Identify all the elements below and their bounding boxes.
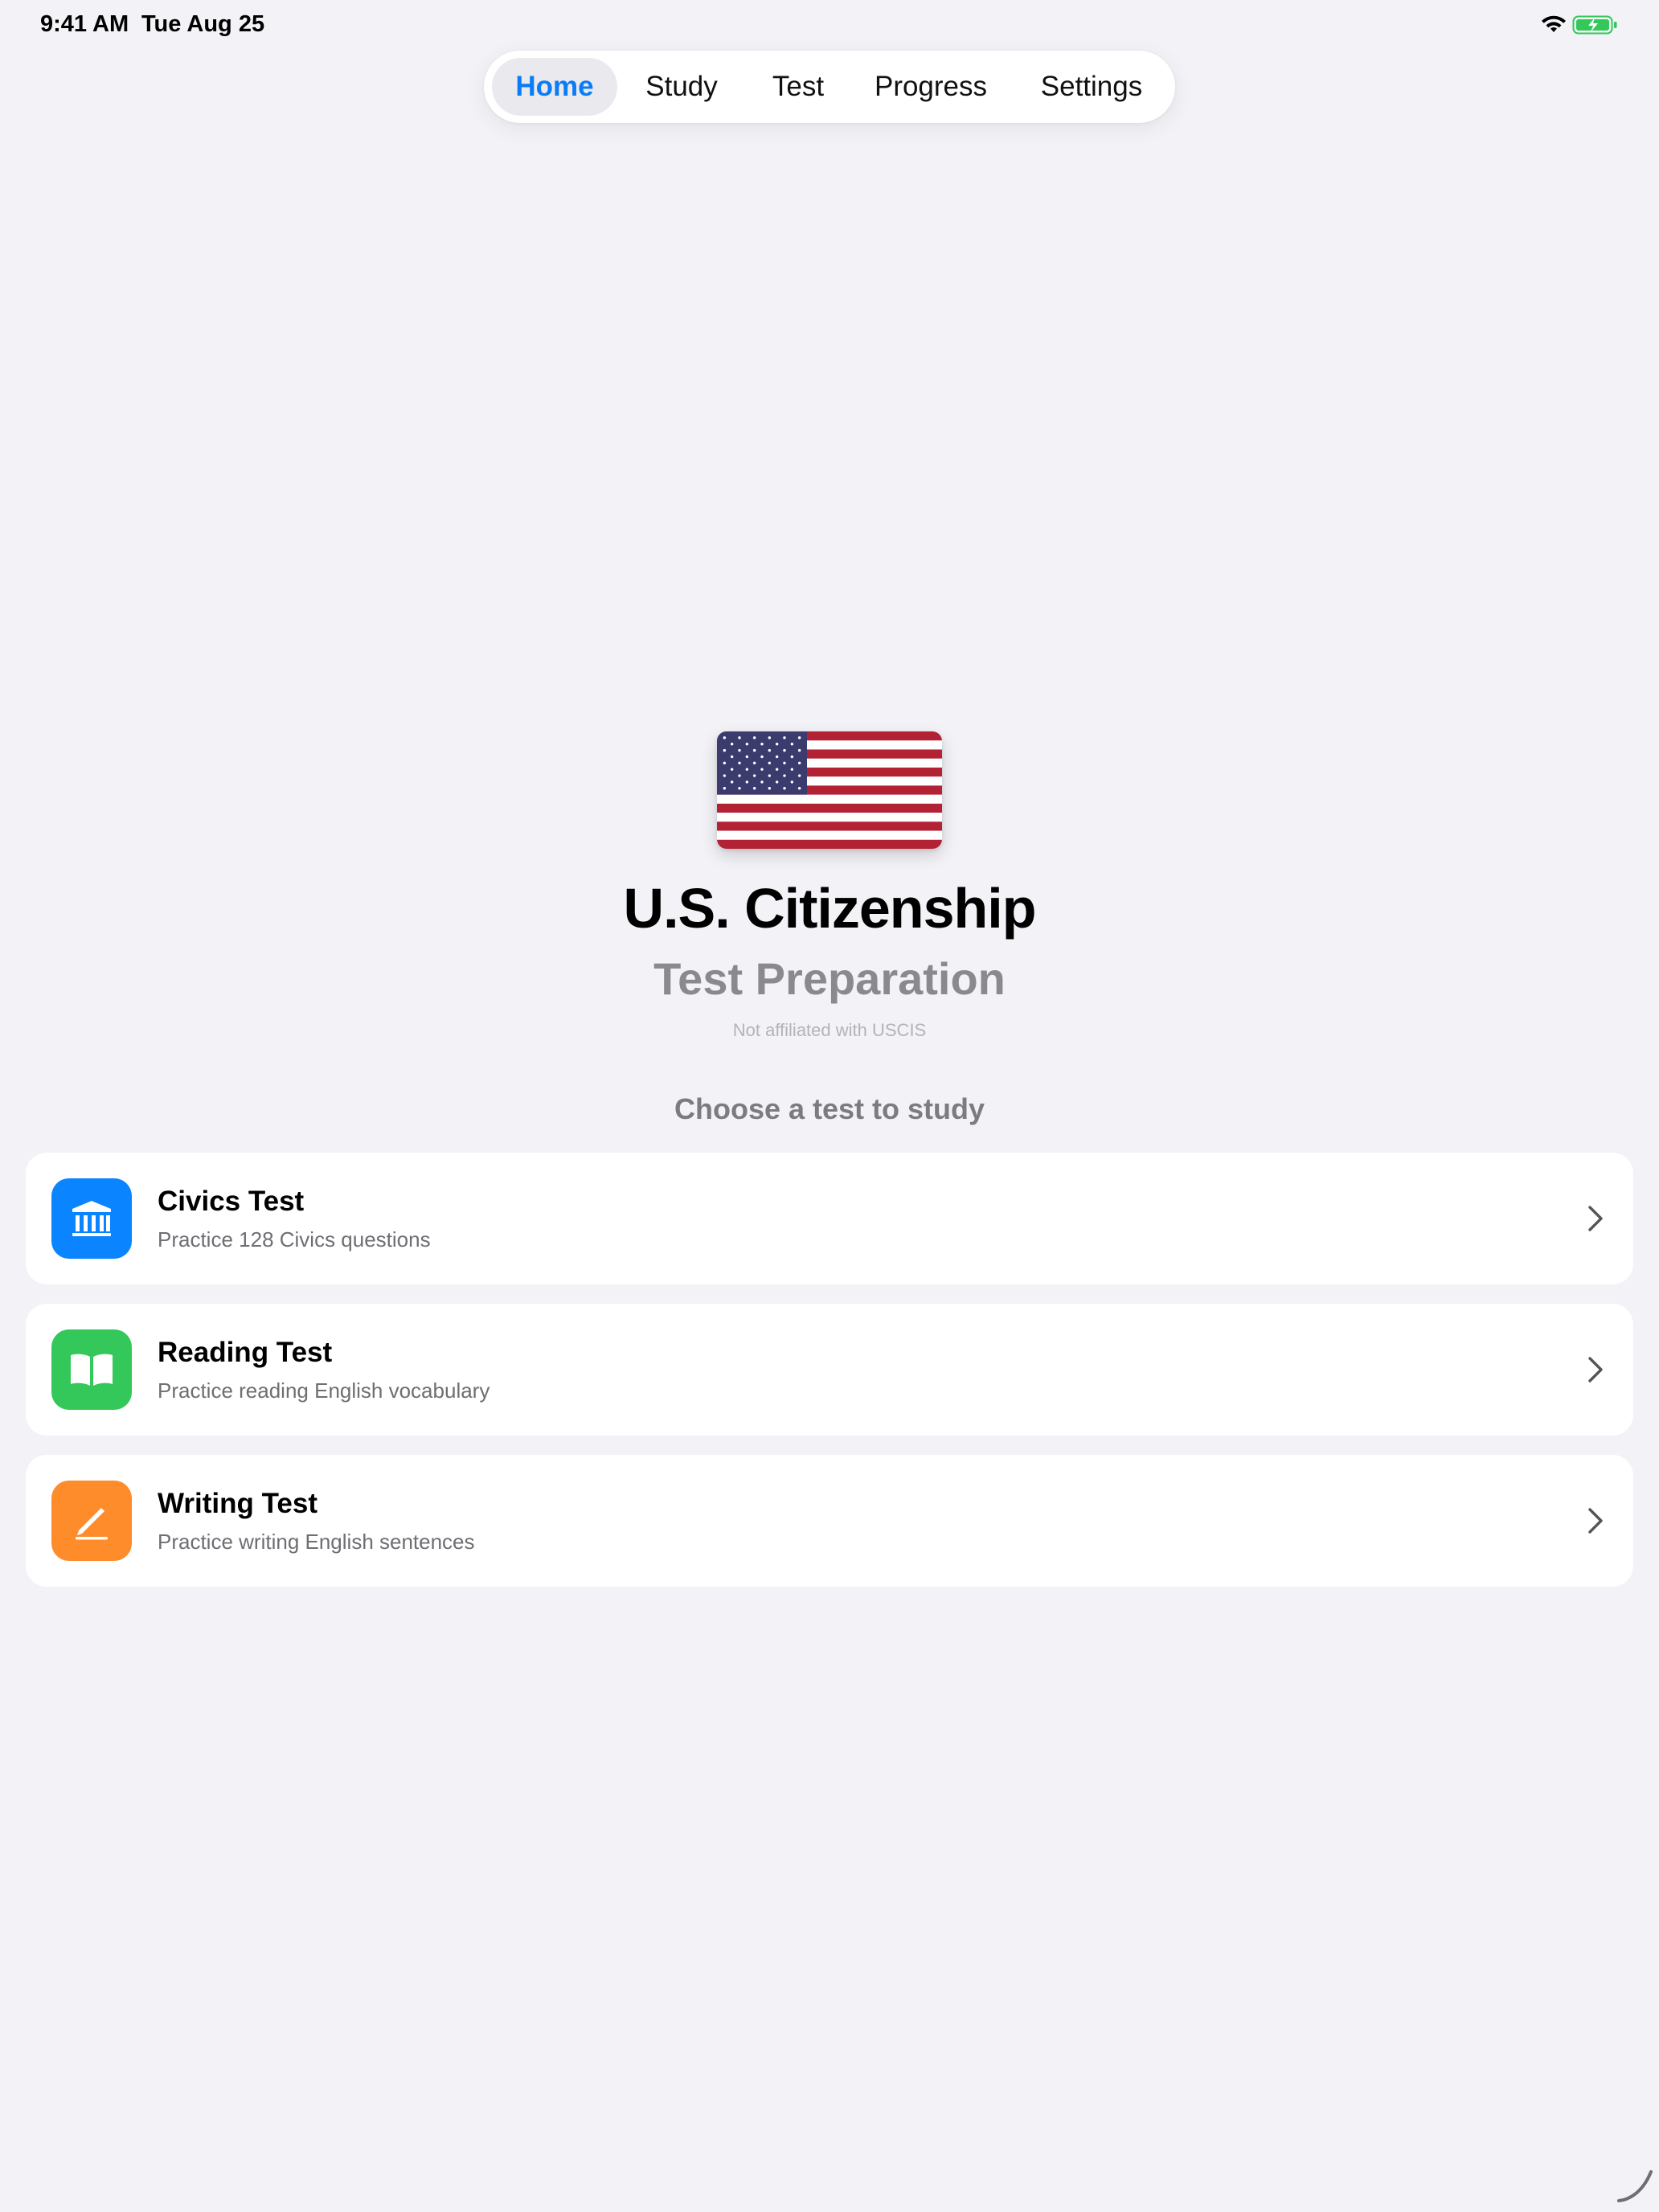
us-flag-icon xyxy=(717,731,942,849)
section-heading: Choose a test to study xyxy=(674,1092,985,1125)
chevron-right-icon xyxy=(1588,1508,1603,1534)
tab-home[interactable]: Home xyxy=(492,58,617,116)
reading-test-card[interactable]: Reading Test Practice reading English vo… xyxy=(26,1304,1633,1436)
card-description: Practice reading English vocabulary xyxy=(158,1378,490,1403)
chevron-right-icon xyxy=(1588,1357,1603,1382)
card-title: Civics Test xyxy=(158,1186,305,1217)
card-description: Practice 128 Civics questions xyxy=(158,1227,431,1251)
app-title: U.S. Citizenship xyxy=(623,877,1037,940)
tab-progress[interactable]: Progress xyxy=(852,58,1010,116)
tab-settings[interactable]: Settings xyxy=(1013,58,1170,116)
tab-test[interactable]: Test xyxy=(748,58,849,116)
building-columns-icon xyxy=(51,1178,132,1259)
status-bar: 9:41 AM Tue Aug 25 xyxy=(0,0,1659,51)
status-date: Tue Aug 25 xyxy=(141,11,265,37)
writing-test-card[interactable]: Writing Test Practice writing English se… xyxy=(26,1455,1633,1587)
chevron-right-icon xyxy=(1588,1206,1603,1231)
civics-test-card[interactable]: Civics Test Practice 128 Civics question… xyxy=(26,1153,1633,1284)
tab-study[interactable]: Study xyxy=(619,58,744,116)
card-title: Reading Test xyxy=(158,1337,333,1368)
app-subtitle: Test Preparation xyxy=(653,953,1006,1004)
pencil-icon xyxy=(51,1481,132,1561)
book-icon xyxy=(51,1329,132,1410)
card-description: Practice writing English sentences xyxy=(158,1530,475,1554)
wifi-icon xyxy=(1539,14,1568,35)
status-time: 9:41 AM xyxy=(40,11,129,37)
card-title: Writing Test xyxy=(158,1488,317,1519)
disclaimer-text: Not affiliated with USCIS xyxy=(732,1020,927,1040)
battery-charging-icon xyxy=(1572,14,1619,35)
tab-bar: Home Study Test Progress Settings xyxy=(484,51,1175,123)
corner-handle-icon[interactable] xyxy=(1611,2162,1656,2207)
